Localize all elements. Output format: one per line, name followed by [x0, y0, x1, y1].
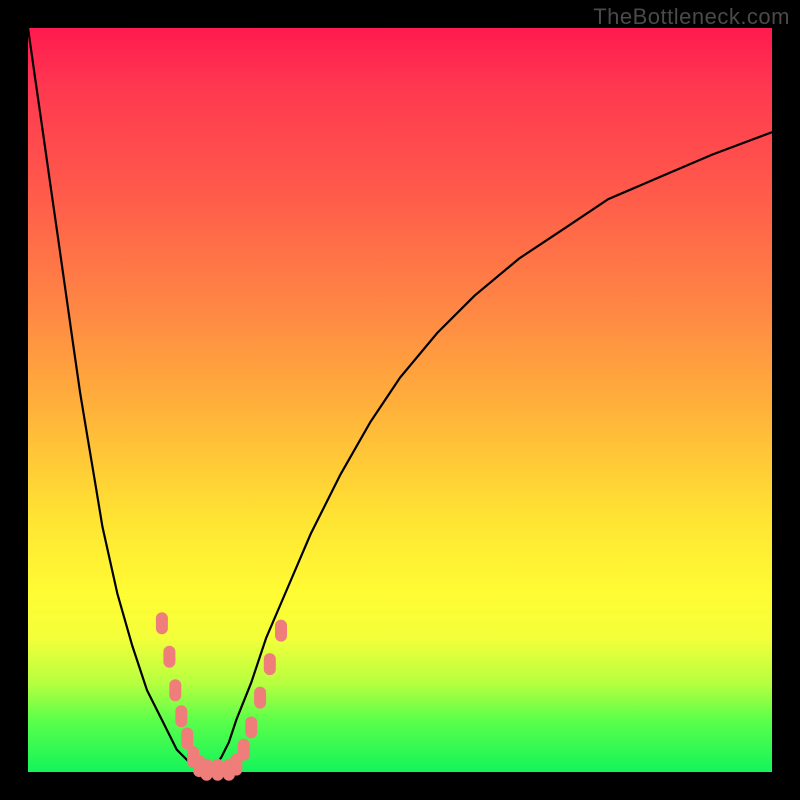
watermark-text: TheBottleneck.com: [593, 4, 790, 30]
data-marker: [212, 759, 224, 781]
left-curve: [28, 28, 207, 772]
data-marker: [169, 679, 181, 701]
data-marker: [245, 716, 257, 738]
data-marker: [201, 759, 213, 781]
data-marker: [275, 620, 287, 642]
data-marker: [156, 612, 168, 634]
data-marker: [163, 646, 175, 668]
right-curve: [207, 132, 772, 772]
data-marker: [181, 728, 193, 750]
data-marker: [175, 705, 187, 727]
chart-frame: TheBottleneck.com: [0, 0, 800, 800]
plot-area: [28, 28, 772, 772]
chart-svg: [28, 28, 772, 772]
data-marker: [238, 739, 250, 761]
data-marker: [264, 653, 276, 675]
data-marker: [254, 687, 266, 709]
